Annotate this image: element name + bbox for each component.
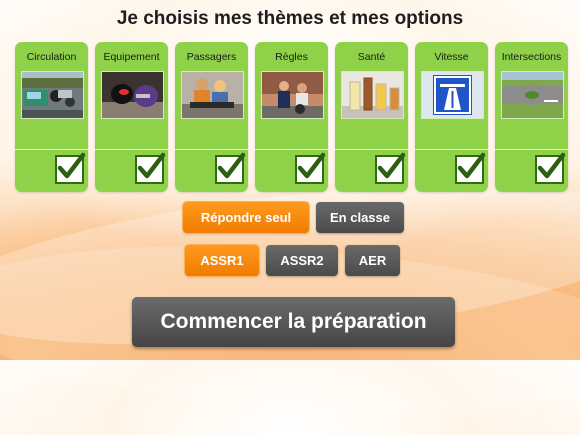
theme-list: Circulation Equipement Passagers Règles … bbox=[15, 42, 573, 192]
passengers-photo bbox=[181, 71, 244, 119]
helmet-photo bbox=[101, 71, 164, 119]
theme-tile-circulation[interactable]: Circulation bbox=[15, 42, 88, 192]
checkmark-icon bbox=[537, 152, 566, 179]
tile-divider bbox=[335, 149, 408, 150]
theme-checkbox-passagers[interactable] bbox=[215, 152, 246, 184]
theme-label: Circulation bbox=[26, 51, 77, 63]
tile-divider bbox=[95, 149, 168, 150]
theme-checkbox-regles[interactable] bbox=[295, 152, 326, 184]
police-photo bbox=[261, 71, 324, 119]
theme-checkbox-intersections[interactable] bbox=[535, 152, 566, 184]
theme-tile-passagers[interactable]: Passagers bbox=[175, 42, 248, 192]
tile-divider bbox=[175, 149, 248, 150]
level-aer-button[interactable]: AER bbox=[345, 245, 400, 276]
theme-label: Intersections bbox=[501, 51, 562, 63]
checkmark-icon bbox=[457, 152, 486, 179]
mode-class-button[interactable]: En classe bbox=[316, 202, 404, 233]
theme-checkbox-vitesse[interactable] bbox=[455, 152, 486, 184]
checkmark-icon bbox=[137, 152, 166, 179]
theme-label: Règles bbox=[275, 51, 308, 63]
theme-tile-intersections[interactable]: Intersections bbox=[495, 42, 568, 192]
theme-checkbox-equipement[interactable] bbox=[135, 152, 166, 184]
theme-tile-sante[interactable]: Santé bbox=[335, 42, 408, 192]
theme-label: Equipement bbox=[103, 51, 160, 63]
theme-tile-equipement[interactable]: Equipement bbox=[95, 42, 168, 192]
theme-checkbox-sante[interactable] bbox=[375, 152, 406, 184]
drinks-photo bbox=[341, 71, 404, 119]
level-assr2-button[interactable]: ASSR2 bbox=[266, 245, 338, 276]
traffic-photo bbox=[21, 71, 84, 119]
page-title: Je choisis mes thèmes et mes options bbox=[116, 8, 464, 29]
theme-checkbox-circulation[interactable] bbox=[55, 152, 86, 184]
level-assr1-button[interactable]: ASSR1 bbox=[185, 245, 259, 276]
tile-divider bbox=[415, 149, 488, 150]
checkmark-icon bbox=[57, 152, 86, 179]
tile-divider bbox=[15, 149, 88, 150]
theme-label: Passagers bbox=[186, 51, 237, 63]
highway-sign-photo bbox=[421, 71, 484, 119]
tile-divider bbox=[255, 149, 328, 150]
tile-divider bbox=[495, 149, 568, 150]
checkmark-icon bbox=[217, 152, 246, 179]
start-preparation-button[interactable]: Commencer la préparation bbox=[132, 297, 455, 347]
theme-label: Vitesse bbox=[434, 51, 469, 63]
checkmark-icon bbox=[297, 152, 326, 179]
mode-solo-button[interactable]: Répondre seul bbox=[183, 202, 309, 233]
theme-tile-regles[interactable]: Règles bbox=[255, 42, 328, 192]
theme-tile-vitesse[interactable]: Vitesse bbox=[415, 42, 488, 192]
roundabout-photo bbox=[501, 71, 564, 119]
theme-label: Santé bbox=[357, 51, 386, 63]
checkmark-icon bbox=[377, 152, 406, 179]
